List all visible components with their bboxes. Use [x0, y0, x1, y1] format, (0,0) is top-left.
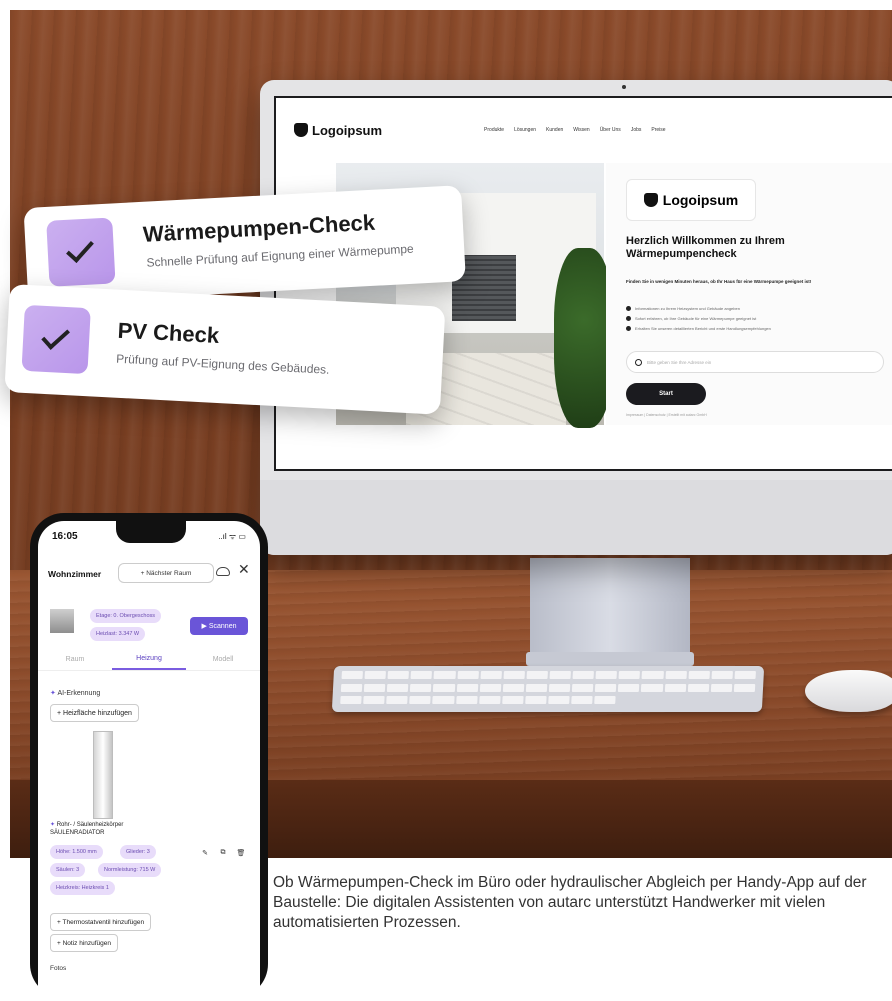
- add-thermostat-button[interactable]: + Thermostatventil hinzufügen: [50, 913, 152, 931]
- ai-label: AI-Erkennung: [57, 690, 101, 697]
- spec-badge: Glieder: 3: [120, 845, 156, 859]
- radiator-type-label: Rohr- / Säulenheizkörper: [56, 822, 124, 828]
- smartphone: 16:05 ..ıl ᯤ ▭ Wohnzimmer + Nächster Rau…: [30, 513, 268, 1001]
- check-description: Prüfung auf PV-Eignung des Gebäudes.: [115, 351, 330, 377]
- site-logo[interactable]: Logoipsum: [294, 123, 382, 138]
- imac-chin: [260, 480, 892, 555]
- edit-icon[interactable]: ✎: [198, 846, 212, 860]
- check-description: Schnelle Prüfung auf Eignung einer Wärme…: [146, 241, 415, 270]
- checkbox-checked: [21, 304, 91, 375]
- add-note-button[interactable]: + Notiz hinzufügen: [50, 934, 119, 952]
- checkbox-checked: [46, 217, 116, 287]
- tab-raum[interactable]: Raum: [38, 649, 112, 670]
- feature-text: Informationen zu Ihrem Heizsystem und Ge…: [635, 305, 740, 311]
- next-room-button[interactable]: + Nächster Raum: [118, 563, 214, 583]
- nav-link-wissen[interactable]: Wissen: [573, 127, 589, 133]
- welcome-subtitle: Finden Sie in wenigen Minuten heraus, ob…: [626, 279, 812, 284]
- ai-detection-row[interactable]: ✦ AI-Erkennung: [50, 689, 100, 697]
- check-title: Wärmepumpen-Check: [142, 209, 376, 247]
- bullet-icon: [626, 325, 631, 331]
- check-title: PV Check: [117, 317, 220, 348]
- checkmark-icon: [41, 322, 70, 350]
- keyboard: [331, 666, 765, 712]
- close-icon[interactable]: ✕: [238, 561, 250, 578]
- camera-icon: [622, 85, 626, 89]
- spec-badge: Säulen: 3: [50, 863, 86, 877]
- delete-icon[interactable]: 🗑: [234, 846, 248, 860]
- feature-text: Sofort erfahren, ob Ihre Gebäude für ein…: [635, 315, 757, 321]
- imac-stand-foot: [526, 652, 694, 666]
- feature-item: Sofort erfahren, ob Ihre Gebäude für ein…: [626, 313, 876, 323]
- scan-button[interactable]: ▶ Scannen: [190, 617, 248, 635]
- nav-link-ueber-uns[interactable]: Über Uns: [600, 127, 621, 133]
- sparkle-icon: ✦: [50, 822, 57, 828]
- card-logo: Logoipsum: [626, 179, 756, 221]
- welcome-title: Herzlich Willkommen zu Ihrem Wärmepumpen…: [626, 235, 785, 260]
- spec-badge: Höhe: 1.500 mm: [50, 845, 103, 859]
- add-heating-surface-button[interactable]: + Heizfläche hinzufügen: [50, 704, 139, 722]
- site-nav: Logoipsum Produkte Lösungen Kunden Wisse…: [294, 120, 874, 140]
- nav-link-jobs[interactable]: Jobs: [631, 127, 642, 133]
- nav-link-kunden[interactable]: Kunden: [546, 127, 563, 133]
- feature-text: Erhalten Sie unseren detaillierten Beric…: [635, 325, 771, 331]
- floor-badge: Etage: 0. Obergeschoss: [90, 609, 162, 623]
- card-logo-text: Logoipsum: [662, 192, 739, 208]
- pv-check-card[interactable]: PV Check Prüfung auf PV-Eignung des Gebä…: [4, 284, 446, 415]
- spec-badge: Normleistung: 715 W: [98, 863, 162, 877]
- nav-link-loesungen[interactable]: Lösungen: [514, 127, 536, 133]
- feature-item: Informationen zu Ihrem Heizsystem und Ge…: [626, 303, 876, 313]
- copy-icon[interactable]: ⧉: [216, 846, 230, 860]
- spec-badge: Heizkreis: Heizkreis 1: [50, 881, 115, 895]
- legal-footer: Impressum | Datenschutz | Erstellt mit a…: [626, 413, 707, 417]
- cloud-icon[interactable]: [216, 567, 230, 576]
- bullet-icon: [626, 315, 631, 321]
- phone-app-screen: 16:05 ..ıl ᯤ ▭ Wohnzimmer + Nächster Rau…: [38, 521, 260, 1001]
- status-icons: ..ıl ᯤ ▭: [218, 532, 246, 541]
- search-icon: [635, 358, 642, 366]
- radiator-subtype-label: SÄULENRADIATOR: [50, 830, 105, 836]
- radiator-image: [93, 731, 113, 819]
- checkmark-icon: [66, 234, 94, 263]
- tab-heizung[interactable]: Heizung: [112, 649, 186, 670]
- tab-modell[interactable]: Modell: [186, 649, 260, 670]
- nav-links: Produkte Lösungen Kunden Wissen Über Uns…: [484, 127, 666, 133]
- photos-section-label: Fotos: [50, 965, 67, 972]
- address-search-input[interactable]: Bitte geben Sie Ihre Adresse ein: [626, 351, 884, 373]
- welcome-card: Logoipsum Herzlich Willkommen zu Ihrem W…: [606, 163, 892, 425]
- feature-item: Erhalten Sie unseren detaillierten Beric…: [626, 323, 876, 333]
- imac-stand: [530, 558, 690, 666]
- status-time: 16:05: [52, 531, 78, 542]
- search-placeholder: Bitte geben Sie Ihre Adresse ein: [647, 359, 712, 365]
- caption-text: Ob Wärmepumpen-Check im Büro oder hydrau…: [273, 874, 867, 931]
- feature-list: Informationen zu Ihrem Heizsystem und Ge…: [626, 303, 876, 333]
- start-button[interactable]: Start: [626, 383, 706, 405]
- room-thumbnail: [50, 609, 74, 633]
- radiator-type: ✦ Rohr- / Säulenheizkörper SÄULENRADIATO…: [50, 821, 123, 837]
- heating-load-badge: Heizlast: 3.347 W: [90, 627, 146, 641]
- site-logo-text: Logoipsum: [312, 122, 383, 138]
- logo-shield-icon: [294, 123, 308, 137]
- logo-shield-icon: [643, 193, 658, 207]
- phone-notch: [116, 521, 186, 543]
- nav-link-produkte[interactable]: Produkte: [484, 127, 504, 133]
- mouse: [805, 670, 892, 712]
- tree: [554, 248, 614, 428]
- nav-link-preise[interactable]: Preise: [651, 127, 665, 133]
- tab-bar: Raum Heizung Modell: [38, 649, 260, 671]
- room-title: Wohnzimmer: [48, 569, 102, 579]
- bullet-icon: [626, 305, 631, 311]
